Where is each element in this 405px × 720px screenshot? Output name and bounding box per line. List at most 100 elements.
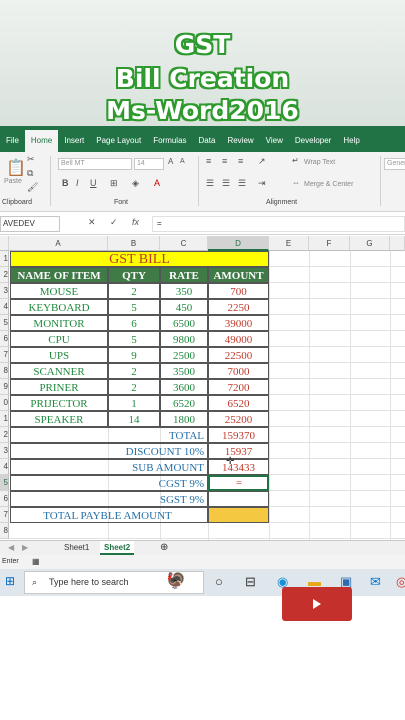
tab-home[interactable]: Home bbox=[24, 130, 59, 152]
column-header-g[interactable]: G bbox=[350, 236, 390, 251]
row-header[interactable]: 1 bbox=[0, 411, 9, 427]
insert-function-icon[interactable]: fx bbox=[132, 217, 139, 227]
tab-data[interactable]: Data bbox=[193, 130, 222, 152]
align-middle-icon[interactable]: ≡ bbox=[222, 156, 227, 166]
shrink-font-icon[interactable]: A bbox=[180, 158, 185, 165]
merge-center-icon[interactable]: ⇔ bbox=[292, 178, 300, 187]
item-amount[interactable]: 25200 bbox=[208, 411, 269, 427]
italic-icon[interactable]: I bbox=[76, 178, 79, 188]
item-amount[interactable]: 39000 bbox=[208, 315, 269, 331]
row-header[interactable]: 2 bbox=[0, 267, 9, 283]
item-rate[interactable]: 3500 bbox=[160, 363, 208, 379]
item-name[interactable]: UPS bbox=[10, 347, 108, 363]
total-label[interactable]: TOTAL bbox=[10, 427, 208, 443]
align-right-icon[interactable]: ☰ bbox=[238, 178, 246, 189]
underline-icon[interactable]: U bbox=[90, 178, 97, 188]
font-size-box[interactable]: 14 bbox=[134, 158, 164, 170]
item-name[interactable]: SPEAKER bbox=[10, 411, 108, 427]
widgets-icon[interactable]: ⊟ bbox=[245, 574, 256, 590]
row-header[interactable]: 8 bbox=[0, 523, 9, 539]
paste-label[interactable]: Paste bbox=[4, 178, 22, 185]
header-name-of-item[interactable]: NAME OF ITEM bbox=[10, 267, 108, 283]
row-header[interactable]: 7 bbox=[0, 507, 9, 523]
total-value[interactable]: 159370 bbox=[208, 427, 269, 443]
sgst-label[interactable]: SGST 9% bbox=[10, 491, 208, 507]
column-header-f[interactable]: F bbox=[309, 236, 350, 251]
row-header[interactable]: 5 bbox=[0, 475, 9, 491]
item-name[interactable]: CPU bbox=[10, 331, 108, 347]
row-header[interactable]: 0 bbox=[0, 395, 9, 411]
row-header[interactable]: 9 bbox=[0, 379, 9, 395]
name-box[interactable]: AVEDEV bbox=[0, 216, 60, 232]
item-name[interactable]: MONITOR bbox=[10, 315, 108, 331]
row-header[interactable]: 5 bbox=[0, 315, 9, 331]
font-name-box[interactable]: Bell MT bbox=[58, 158, 132, 170]
align-center-icon[interactable]: ☰ bbox=[222, 178, 230, 189]
next-sheet-icon[interactable]: ▶ bbox=[18, 541, 32, 555]
row-header[interactable]: 8 bbox=[0, 363, 9, 379]
grow-font-icon[interactable]: A bbox=[168, 157, 173, 166]
mail-icon[interactable]: ✉ bbox=[370, 574, 381, 590]
item-qty[interactable]: 2 bbox=[108, 379, 160, 395]
payable-value[interactable] bbox=[208, 507, 269, 523]
spreadsheet-grid[interactable]: A B C D E F G 1 2 3 4 5 6 7 8 9 0 1 2 3 … bbox=[0, 236, 405, 540]
column-header-a[interactable]: A bbox=[9, 236, 108, 251]
fill-color-icon[interactable]: ◈ bbox=[132, 178, 139, 189]
row-header[interactable]: 7 bbox=[0, 347, 9, 363]
merge-center-label[interactable]: Merge & Center bbox=[304, 181, 353, 188]
row-header[interactable]: 6 bbox=[0, 491, 9, 507]
header-rate[interactable]: RATE bbox=[160, 267, 208, 283]
item-qty[interactable]: 2 bbox=[108, 363, 160, 379]
item-rate[interactable]: 1800 bbox=[160, 411, 208, 427]
item-qty[interactable]: 14 bbox=[108, 411, 160, 427]
tab-file[interactable]: File bbox=[0, 130, 25, 152]
row-header[interactable]: 3 bbox=[0, 443, 9, 459]
tab-help[interactable]: Help bbox=[337, 130, 365, 152]
bill-title[interactable]: GST BILL bbox=[10, 251, 269, 267]
subamount-label[interactable]: SUB AMOUNT bbox=[10, 459, 208, 475]
bold-icon[interactable]: B bbox=[62, 178, 69, 188]
formula-input[interactable]: = bbox=[152, 216, 405, 232]
item-rate[interactable]: 9800 bbox=[160, 331, 208, 347]
item-qty[interactable]: 6 bbox=[108, 315, 160, 331]
cut-icon[interactable]: ✂ bbox=[27, 154, 35, 165]
sheet-tab-sheet2[interactable]: Sheet2 bbox=[100, 541, 135, 555]
column-header-e[interactable]: E bbox=[269, 236, 309, 251]
item-amount[interactable]: 2250 bbox=[208, 299, 269, 315]
indent-icon[interactable]: ⇥ bbox=[258, 178, 266, 189]
row-header[interactable]: 1 bbox=[0, 251, 9, 267]
item-rate[interactable]: 6500 bbox=[160, 315, 208, 331]
item-amount[interactable]: 6520 bbox=[208, 395, 269, 411]
item-amount[interactable]: 49000 bbox=[208, 331, 269, 347]
column-header-b[interactable]: B bbox=[108, 236, 160, 251]
tab-formulas[interactable]: Formulas bbox=[147, 130, 192, 152]
column-header-d[interactable]: D bbox=[208, 236, 269, 251]
font-color-icon[interactable]: A bbox=[154, 178, 160, 188]
header-amount[interactable]: AMOUNT bbox=[208, 267, 269, 283]
add-sheet-icon[interactable]: ⊕ bbox=[156, 541, 172, 555]
item-amount[interactable]: 7000 bbox=[208, 363, 269, 379]
item-qty[interactable]: 2 bbox=[108, 283, 160, 299]
payable-label[interactable]: TOTAL PAYBLE AMOUNT bbox=[10, 507, 208, 523]
header-qty[interactable]: QTY bbox=[108, 267, 160, 283]
prev-sheet-icon[interactable]: ◀ bbox=[4, 541, 18, 555]
copy-icon[interactable]: ⧉ bbox=[27, 168, 33, 179]
cgst-label[interactable]: CGST 9% bbox=[10, 475, 208, 491]
item-name[interactable]: MOUSE bbox=[10, 283, 108, 299]
paste-icon[interactable]: 📋 bbox=[6, 158, 26, 178]
align-top-icon[interactable]: ≡ bbox=[206, 156, 211, 166]
tab-view[interactable]: View bbox=[260, 130, 289, 152]
item-qty[interactable]: 1 bbox=[108, 395, 160, 411]
item-qty[interactable]: 5 bbox=[108, 331, 160, 347]
task-view-icon[interactable]: ○ bbox=[215, 574, 223, 589]
tab-page-layout[interactable]: Page Layout bbox=[90, 130, 147, 152]
item-rate[interactable]: 350 bbox=[160, 283, 208, 299]
select-all-corner[interactable] bbox=[0, 236, 9, 251]
row-header[interactable]: 4 bbox=[0, 299, 9, 315]
windows-start-icon[interactable]: ⊞ bbox=[5, 574, 15, 588]
item-amount[interactable]: 7200 bbox=[208, 379, 269, 395]
subamount-value[interactable]: 143433 bbox=[208, 459, 269, 475]
column-header-c[interactable]: C bbox=[160, 236, 208, 251]
chrome-icon[interactable]: ◎ bbox=[396, 574, 405, 590]
cgst-active-cell[interactable]: = bbox=[208, 475, 269, 491]
